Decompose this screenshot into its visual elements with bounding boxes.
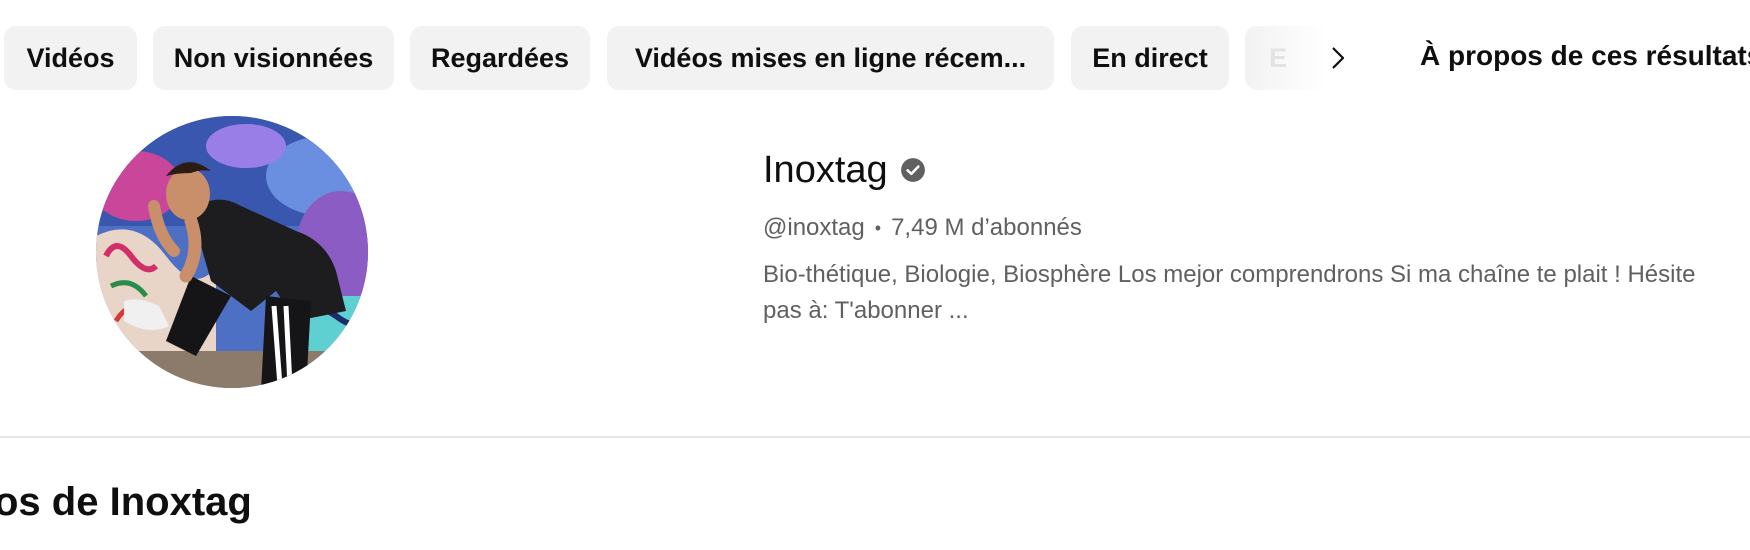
section-divider [0,436,1750,438]
chip-recently-uploaded[interactable]: Vidéos mises en ligne récem... [607,26,1054,90]
verified-badge-icon [900,158,925,182]
search-results-page: Vidéos Non visionnées Regardées Vidéos m… [0,0,1750,550]
filter-chip-bar: Vidéos Non visionnées Regardées Vidéos m… [0,0,1750,118]
chip-live[interactable]: En direct [1071,26,1229,90]
avatar-image [96,116,368,388]
subscriber-count: 7,49 M d’abonnés [891,214,1082,241]
chip-watched[interactable]: Regardées [410,26,590,90]
channel-avatar[interactable] [96,116,368,388]
chevron-right-icon [1332,47,1345,69]
chip-partial-label: E [1269,42,1288,73]
chip-scroll-next-button[interactable] [1310,30,1366,86]
channel-meta: @inoxtag • 7,49 M d’abonnés [763,214,1082,242]
about-results-link[interactable]: À propos de ces résultats [1420,40,1750,72]
channel-handle: @inoxtag [763,214,865,241]
meta-separator: • [874,217,882,238]
chip-videos[interactable]: Vidéos [4,26,137,90]
channel-name: Inoxtag [763,149,888,191]
chip-unwatched[interactable]: Non visionnées [153,26,394,90]
channel-description: Bio-thétique, Biologie, Biosphère Los me… [763,261,1696,324]
section-title: os de Inoxtag [0,480,252,524]
channel-name-link[interactable]: Inoxtag [763,146,926,194]
